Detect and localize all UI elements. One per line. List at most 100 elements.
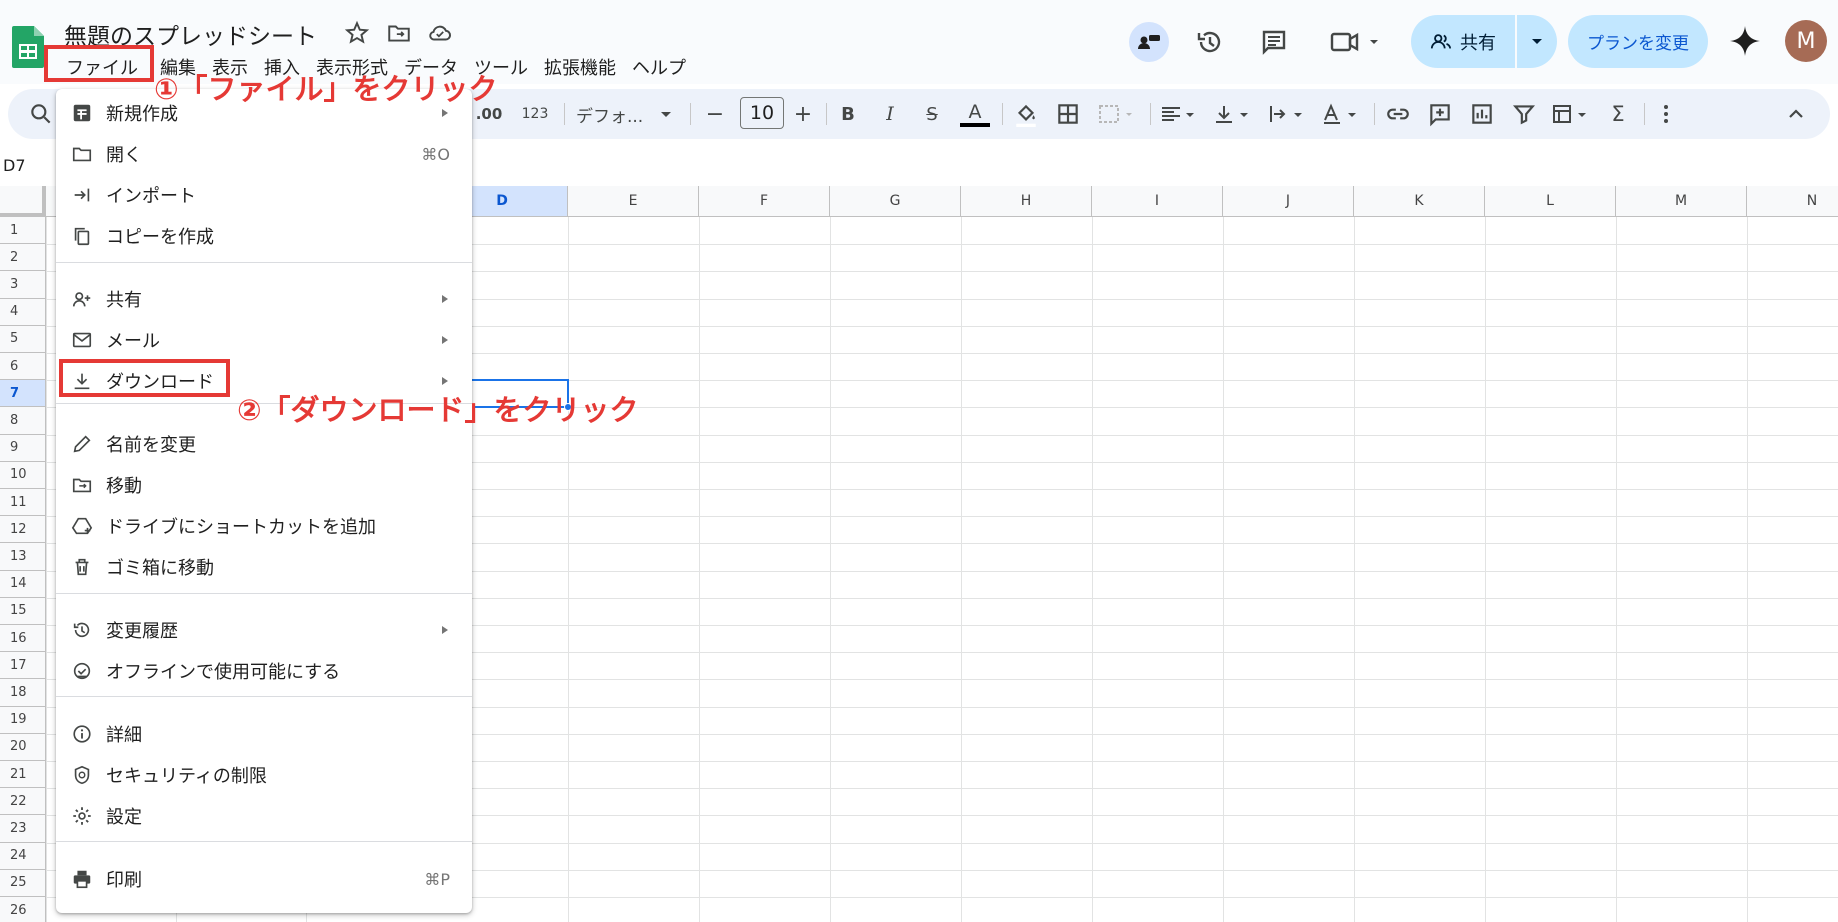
file-menu-item-drive-shortcut[interactable]: ドライブにショートカットを追加 bbox=[56, 506, 472, 546]
row-header-23[interactable]: 23 bbox=[0, 815, 46, 843]
column-header-e[interactable]: E bbox=[568, 186, 699, 217]
column-header-j[interactable]: J bbox=[1223, 186, 1354, 217]
italic-button[interactable]: I bbox=[876, 101, 904, 127]
row-header-4[interactable]: 4 bbox=[0, 298, 46, 326]
file-menu-item-label: コピーを作成 bbox=[106, 227, 214, 248]
column-header-h[interactable]: H bbox=[961, 186, 1092, 217]
font-size-increase-button[interactable]: + bbox=[790, 101, 816, 127]
row-header-17[interactable]: 17 bbox=[0, 652, 46, 680]
history-icon[interactable] bbox=[1190, 22, 1230, 62]
file-menu-item-label: ゴミ箱に移動 bbox=[106, 558, 214, 579]
share-button[interactable]: 共有 bbox=[1411, 15, 1515, 68]
sheets-logo-icon[interactable] bbox=[12, 26, 44, 68]
text-wrapping-icon[interactable] bbox=[1266, 101, 1310, 127]
fill-color-icon[interactable] bbox=[1012, 101, 1040, 127]
number-format-button[interactable]: 123 bbox=[516, 101, 554, 127]
row-header-1[interactable]: 1 bbox=[0, 217, 46, 245]
column-header-i[interactable]: I bbox=[1092, 186, 1223, 217]
row-header-18[interactable]: 18 bbox=[0, 679, 46, 707]
row-header-19[interactable]: 19 bbox=[0, 706, 46, 734]
font-size-decrease-button[interactable]: − bbox=[702, 101, 728, 127]
file-menu-item-security[interactable]: セキュリティの制限 bbox=[56, 755, 472, 795]
row-header-8[interactable]: 8 bbox=[0, 407, 46, 435]
font-size-input[interactable]: 10 bbox=[740, 97, 784, 129]
file-menu-item-offline[interactable]: オフラインで使用可能にする bbox=[56, 651, 472, 691]
annotation-highlight-file bbox=[44, 45, 154, 82]
column-header-n[interactable]: N bbox=[1747, 186, 1838, 217]
file-menu-item-copy[interactable]: コピーを作成 bbox=[56, 216, 472, 256]
functions-button[interactable]: Σ bbox=[1604, 101, 1632, 127]
row-header-22[interactable]: 22 bbox=[0, 788, 46, 816]
file-menu-item-gear[interactable]: 設定 bbox=[56, 796, 472, 836]
column-header-f[interactable]: F bbox=[699, 186, 830, 217]
column-header-l[interactable]: L bbox=[1485, 186, 1616, 217]
merge-cells-icon[interactable] bbox=[1096, 101, 1136, 127]
borders-icon[interactable] bbox=[1054, 101, 1082, 127]
bold-button[interactable]: B bbox=[834, 101, 862, 127]
vertical-align-icon[interactable] bbox=[1212, 101, 1256, 127]
chevron-down-icon[interactable] bbox=[658, 101, 674, 127]
column-header-m[interactable]: M bbox=[1616, 186, 1747, 217]
font-family-select[interactable]: デフォ... bbox=[576, 101, 656, 127]
move-folder-icon[interactable] bbox=[386, 20, 412, 46]
star-icon[interactable] bbox=[344, 20, 370, 46]
file-menu-item-trash[interactable]: ゴミ箱に移動 bbox=[56, 547, 472, 587]
share-dropdown-icon[interactable] bbox=[1517, 15, 1557, 68]
file-menu-item-label: ドライブにショートカットを追加 bbox=[106, 517, 376, 538]
more-options-icon[interactable] bbox=[1656, 101, 1676, 127]
row-header-20[interactable]: 20 bbox=[0, 733, 46, 761]
insert-comment-icon[interactable] bbox=[1426, 101, 1454, 127]
file-menu-item-print[interactable]: 印刷 ⌘P bbox=[56, 859, 472, 899]
gemini-icon[interactable] bbox=[1728, 24, 1762, 58]
file-menu-item-pencil[interactable]: 名前を変更 bbox=[56, 424, 472, 464]
row-header-9[interactable]: 9 bbox=[0, 434, 46, 462]
submenu-arrow-icon bbox=[442, 295, 448, 303]
file-menu-item-info[interactable]: 詳細 bbox=[56, 714, 472, 754]
row-header-5[interactable]: 5 bbox=[0, 325, 46, 353]
row-header-24[interactable]: 24 bbox=[0, 842, 46, 870]
row-header-6[interactable]: 6 bbox=[0, 353, 46, 381]
avatar[interactable]: M bbox=[1785, 20, 1827, 62]
file-menu-item-mail[interactable]: メール bbox=[56, 320, 472, 360]
file-menu-item-import[interactable]: インポート bbox=[56, 175, 472, 215]
file-menu-item-move-folder[interactable]: 移動 bbox=[56, 465, 472, 505]
column-header-g[interactable]: G bbox=[830, 186, 961, 217]
row-header-14[interactable]: 14 bbox=[0, 570, 46, 598]
file-menu-item-person-add[interactable]: 共有 bbox=[56, 279, 472, 319]
cloud-saved-icon[interactable] bbox=[427, 20, 453, 46]
name-box[interactable]: D7 bbox=[3, 156, 26, 175]
row-header-2[interactable]: 2 bbox=[0, 244, 46, 272]
row-header-12[interactable]: 12 bbox=[0, 516, 46, 544]
row-header-25[interactable]: 25 bbox=[0, 869, 46, 897]
filter-views-icon[interactable] bbox=[1550, 101, 1594, 127]
menu-extensions[interactable]: 拡張機能 bbox=[536, 52, 624, 82]
select-all-corner[interactable] bbox=[0, 186, 46, 217]
text-color-button[interactable]: A bbox=[960, 101, 990, 127]
collapse-toolbar-icon[interactable] bbox=[1784, 101, 1808, 127]
row-header-13[interactable]: 13 bbox=[0, 543, 46, 571]
present-meeting-icon[interactable] bbox=[1129, 22, 1169, 62]
row-header-21[interactable]: 21 bbox=[0, 761, 46, 789]
video-call-icon[interactable] bbox=[1328, 22, 1384, 62]
text-rotation-icon[interactable] bbox=[1320, 101, 1364, 127]
row-header-11[interactable]: 11 bbox=[0, 489, 46, 517]
row-header-26[interactable]: 26 bbox=[0, 897, 46, 922]
row-header-10[interactable]: 10 bbox=[0, 461, 46, 489]
change-plan-button[interactable]: プランを変更 bbox=[1568, 15, 1708, 68]
comments-icon[interactable] bbox=[1254, 22, 1294, 62]
row-header-7[interactable]: 7 bbox=[0, 380, 46, 408]
submenu-arrow-icon bbox=[442, 109, 448, 117]
menu-help[interactable]: ヘルプ bbox=[624, 52, 694, 82]
horizontal-align-icon[interactable] bbox=[1158, 101, 1202, 127]
file-menu-item-history[interactable]: 変更履歴 bbox=[56, 610, 472, 650]
column-header-k[interactable]: K bbox=[1354, 186, 1485, 217]
row-header-3[interactable]: 3 bbox=[0, 271, 46, 299]
filter-icon[interactable] bbox=[1510, 101, 1538, 127]
file-menu-item-folder[interactable]: 開く ⌘O bbox=[56, 134, 472, 174]
search-menus-icon[interactable] bbox=[28, 101, 54, 127]
row-header-15[interactable]: 15 bbox=[0, 597, 46, 625]
row-header-16[interactable]: 16 bbox=[0, 625, 46, 653]
insert-chart-icon[interactable] bbox=[1468, 101, 1496, 127]
insert-link-icon[interactable] bbox=[1384, 101, 1412, 127]
strikethrough-button[interactable]: S bbox=[918, 101, 946, 127]
